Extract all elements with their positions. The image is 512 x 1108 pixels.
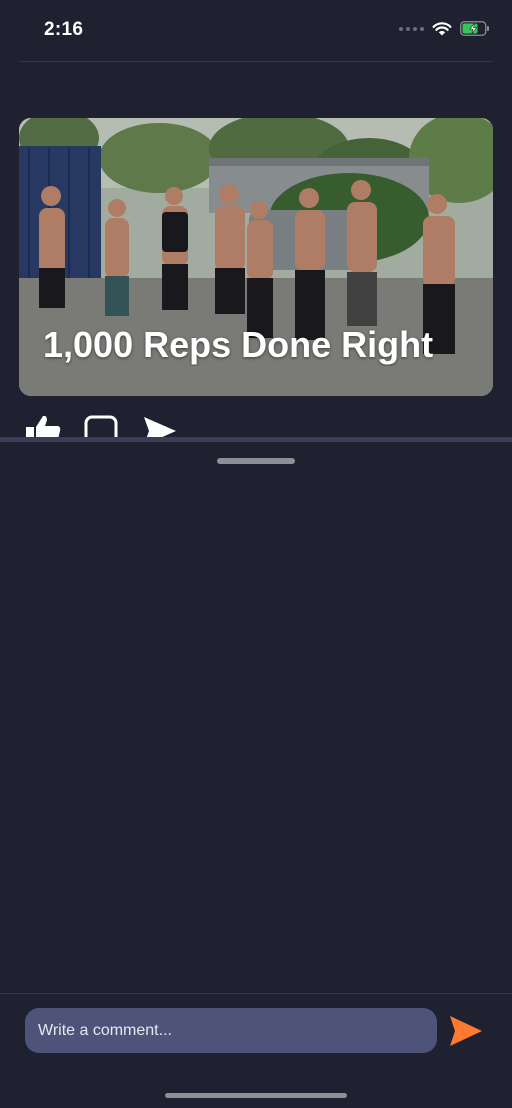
- share-send-icon[interactable]: [142, 415, 178, 438]
- thumbs-up-icon[interactable]: [26, 415, 62, 438]
- post-actions: [26, 412, 226, 438]
- wifi-icon: [432, 22, 452, 36]
- send-comment-button[interactable]: [446, 1012, 486, 1050]
- comment-input[interactable]: [25, 1008, 437, 1053]
- home-indicator[interactable]: [165, 1093, 347, 1098]
- comment-box-icon[interactable]: [84, 415, 118, 438]
- status-time: 2:16: [44, 19, 84, 40]
- composer-divider: [0, 993, 512, 994]
- cellular-signal-icon: [399, 26, 424, 31]
- post-image[interactable]: 1,000 Reps Done Right: [19, 118, 493, 396]
- sheet-drag-handle[interactable]: [217, 458, 295, 464]
- header-divider: [19, 61, 493, 62]
- post-title: 1,000 Reps Done Right: [43, 324, 434, 365]
- status-bar: 2:16: [0, 0, 512, 60]
- comments-sheet: [0, 442, 512, 994]
- status-icons: [399, 21, 490, 36]
- battery-charging-icon: [460, 21, 489, 36]
- send-icon: [450, 1016, 482, 1046]
